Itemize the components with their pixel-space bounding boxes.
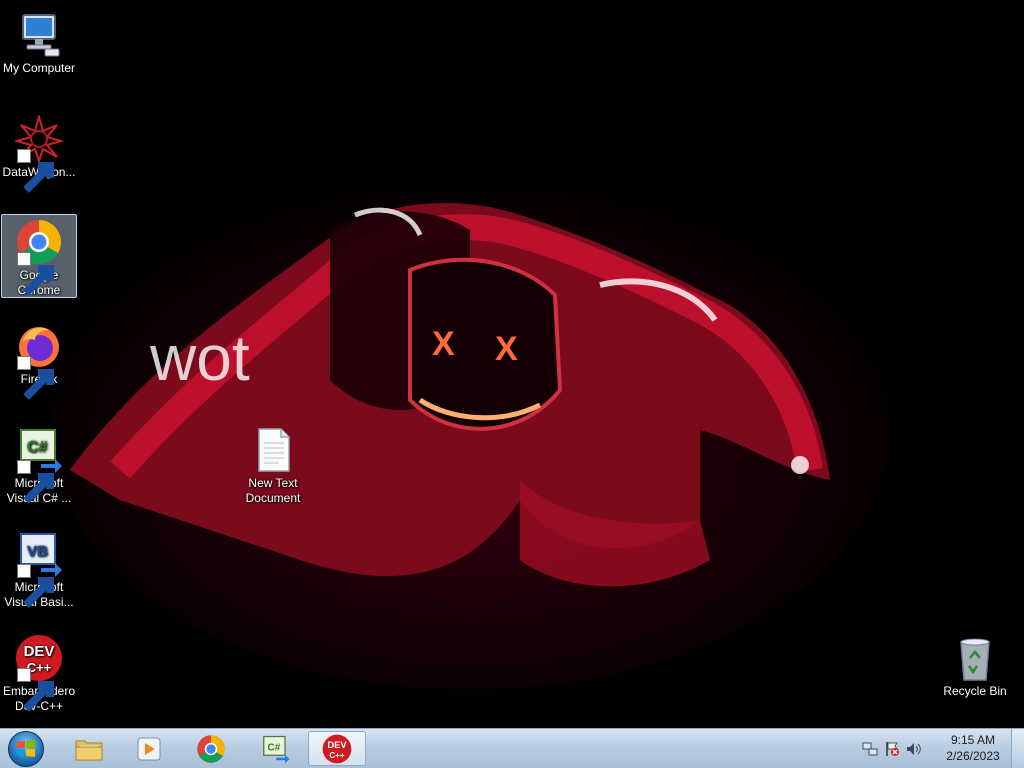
wallpaper-overlay-text: wot xyxy=(149,322,250,394)
taskbar-explorer-button[interactable] xyxy=(60,731,118,766)
desktop-icon-firefox[interactable]: Firefox xyxy=(1,318,77,400)
svg-text:X: X xyxy=(432,325,455,363)
taskbar-visual-csharp-button[interactable]: C# xyxy=(246,731,304,766)
media-player-icon xyxy=(137,737,161,760)
csharp-icon: C# xyxy=(15,426,63,504)
start-button[interactable] xyxy=(4,730,48,767)
desktop-icon-dev-cpp[interactable]: DEV C++ Embarcadero Dev-C++ xyxy=(1,630,77,715)
desktop-icon-label: New Text Document xyxy=(245,476,301,505)
wallpaper-art: X X wot xyxy=(0,0,1024,728)
devcpp-icon: DEV C++ xyxy=(322,734,352,763)
taskbar-clock[interactable]: 9:15 AM 2/26/2023 xyxy=(935,732,1011,764)
network-icon[interactable] xyxy=(862,741,878,757)
shortcut-arrow-icon xyxy=(17,356,54,400)
chrome-icon xyxy=(197,734,225,763)
datawagon-icon xyxy=(15,115,63,193)
shortcut-arrow-icon xyxy=(17,668,54,712)
vb-icon-text: VB xyxy=(27,543,48,560)
text-document-icon xyxy=(249,426,297,474)
devcpp-icon: DEV C++ xyxy=(15,634,63,712)
devcpp-icon-text-line1: DEV xyxy=(24,643,55,660)
folder-icon xyxy=(75,740,103,760)
system-tray xyxy=(862,739,922,759)
show-desktop-button[interactable] xyxy=(1011,729,1024,768)
taskbar-csharp-icon-text: C# xyxy=(268,742,281,753)
desktop-icon-recycle-bin[interactable]: Recycle Bin xyxy=(937,630,1013,700)
taskbar-dev-cpp-button[interactable]: DEV C++ xyxy=(308,731,366,766)
taskbar-chrome-button[interactable] xyxy=(182,731,240,766)
clock-time: 9:15 AM xyxy=(950,733,996,747)
vb-icon: VB xyxy=(15,530,63,608)
volume-icon[interactable] xyxy=(906,741,922,757)
desktop-icon-visual-csharp[interactable]: C# Microsoft Visual C# ... xyxy=(1,422,77,507)
csharp-icon-text: C# xyxy=(27,439,48,456)
clock-date: 2/26/2023 xyxy=(946,749,1000,763)
firefox-icon xyxy=(15,322,63,400)
recycle-bin-icon xyxy=(951,634,999,682)
desktop-icon-google-chrome[interactable]: Google Chrome xyxy=(1,214,77,298)
taskbar-media-player-button[interactable] xyxy=(120,731,178,766)
desktop-icon-my-computer[interactable]: My Computer xyxy=(1,7,77,77)
desktop-wallpaper: X X wot xyxy=(0,0,1024,728)
shortcut-arrow-icon xyxy=(17,252,54,296)
shortcut-arrow-icon xyxy=(17,564,54,608)
shortcut-arrow-icon xyxy=(17,460,54,504)
desktop-icon-new-text-document[interactable]: New Text Document xyxy=(235,422,311,507)
csharp-icon: C# xyxy=(263,735,290,763)
shortcut-arrow-icon xyxy=(17,149,54,193)
desktop-icon-datawagon[interactable]: DataWagon... xyxy=(1,111,77,193)
desktop-icon-label: Recycle Bin xyxy=(943,684,1007,698)
taskbar: C# DEV C++ 9:15 AM 2/26/2023 xyxy=(0,728,1024,768)
action-center-flag-icon[interactable] xyxy=(884,741,900,757)
desktop-icon-label: My Computer xyxy=(2,61,76,75)
windows-logo-icon xyxy=(8,730,44,767)
svg-text:X: X xyxy=(495,330,518,368)
taskbar-devcpp-icon-text-line2: C++ xyxy=(329,750,345,759)
chrome-icon xyxy=(15,218,63,296)
desktop-icon-visual-basic[interactable]: VB Microsoft Visual Basi... xyxy=(1,526,77,611)
computer-icon xyxy=(15,11,63,59)
taskbar-devcpp-icon-text-line1: DEV xyxy=(327,739,347,749)
